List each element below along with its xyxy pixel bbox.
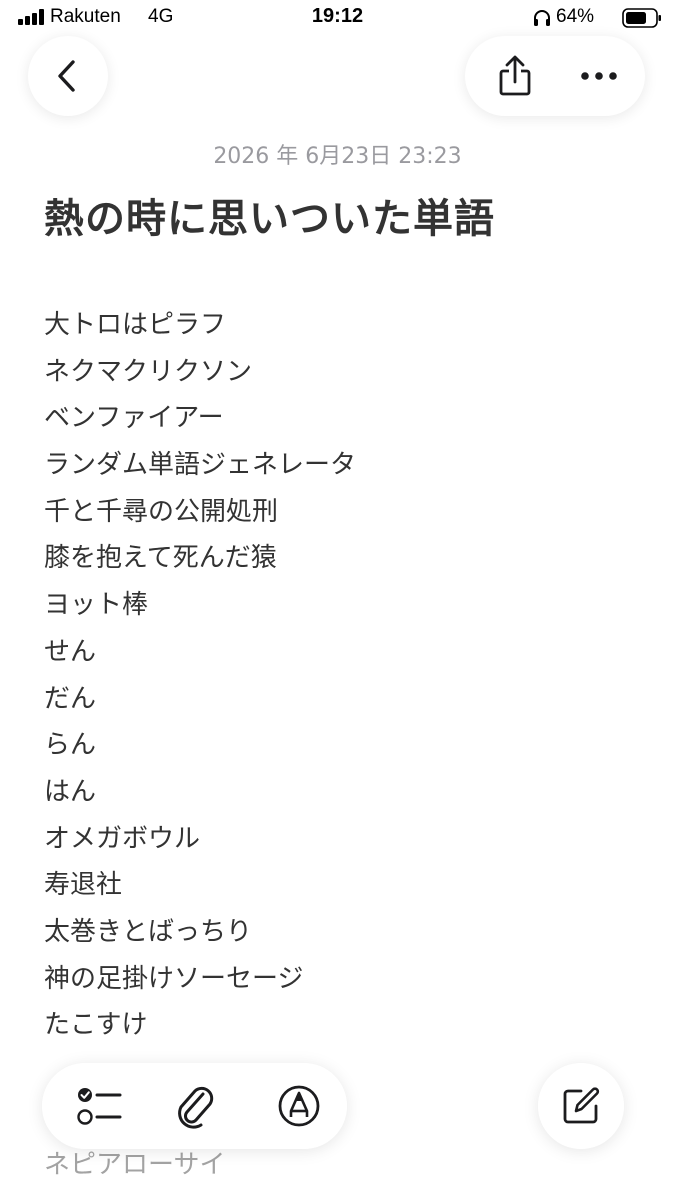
compose-icon [563,1087,600,1124]
attachment-button[interactable] [155,1066,235,1146]
more-button[interactable] [559,36,639,116]
note-line: ベンファイアー [44,403,224,434]
headphones-icon [534,10,550,26]
share-button[interactable] [475,36,555,116]
share-icon [499,55,531,96]
note-line: ランダム単語ジェネレータ [44,450,357,481]
note-body[interactable]: 大トロはピラフ ネクマクリクソン ベンファイアー ランダム単語ジェネレータ 千と… [44,302,644,1189]
note-line: 千と千尋の公開処刑 [44,496,279,527]
bottom-toolbar [42,1063,347,1149]
status-bar: Rakuten 4G 19:12 64% [0,0,675,40]
note-date: 2026 年 6月23日 23:23 [213,144,462,169]
checklist-icon [77,1088,122,1125]
ellipsis-icon [581,72,617,80]
note-line: ネピアローサイ [44,1150,226,1181]
battery-percent: 64% [556,6,595,27]
markup-button[interactable] [259,1066,339,1146]
note-line: 太巻きとばっちり [44,916,253,947]
note-line: らん [44,730,97,761]
compose-button[interactable] [538,1063,624,1149]
note-title[interactable]: 熱の時に思いついた単語 [44,186,495,244]
note-line: 膝を抱えて死んだ猿 [44,543,277,574]
back-button[interactable] [28,36,108,116]
chevron-left-icon [58,60,75,92]
note-line: はん [44,776,97,807]
note-line: 神の足掛けソーセージ [44,963,304,994]
note-line: たこすけ [44,1010,148,1041]
note-line: 大トロはピラフ [44,310,227,340]
note-line: 寿退社 [44,870,123,901]
battery-icon [622,8,661,28]
note-actions [465,36,645,116]
note-line: オメガボウル [44,823,201,854]
note-line: ネクマクリクソン [44,356,253,387]
markup-pen-icon [278,1085,320,1127]
paperclip-icon [178,1086,214,1129]
note-line: せん [44,636,97,667]
checklist-button[interactable] [60,1066,140,1146]
note-line: だん [44,683,97,714]
note-line: ヨット棒 [44,590,149,621]
